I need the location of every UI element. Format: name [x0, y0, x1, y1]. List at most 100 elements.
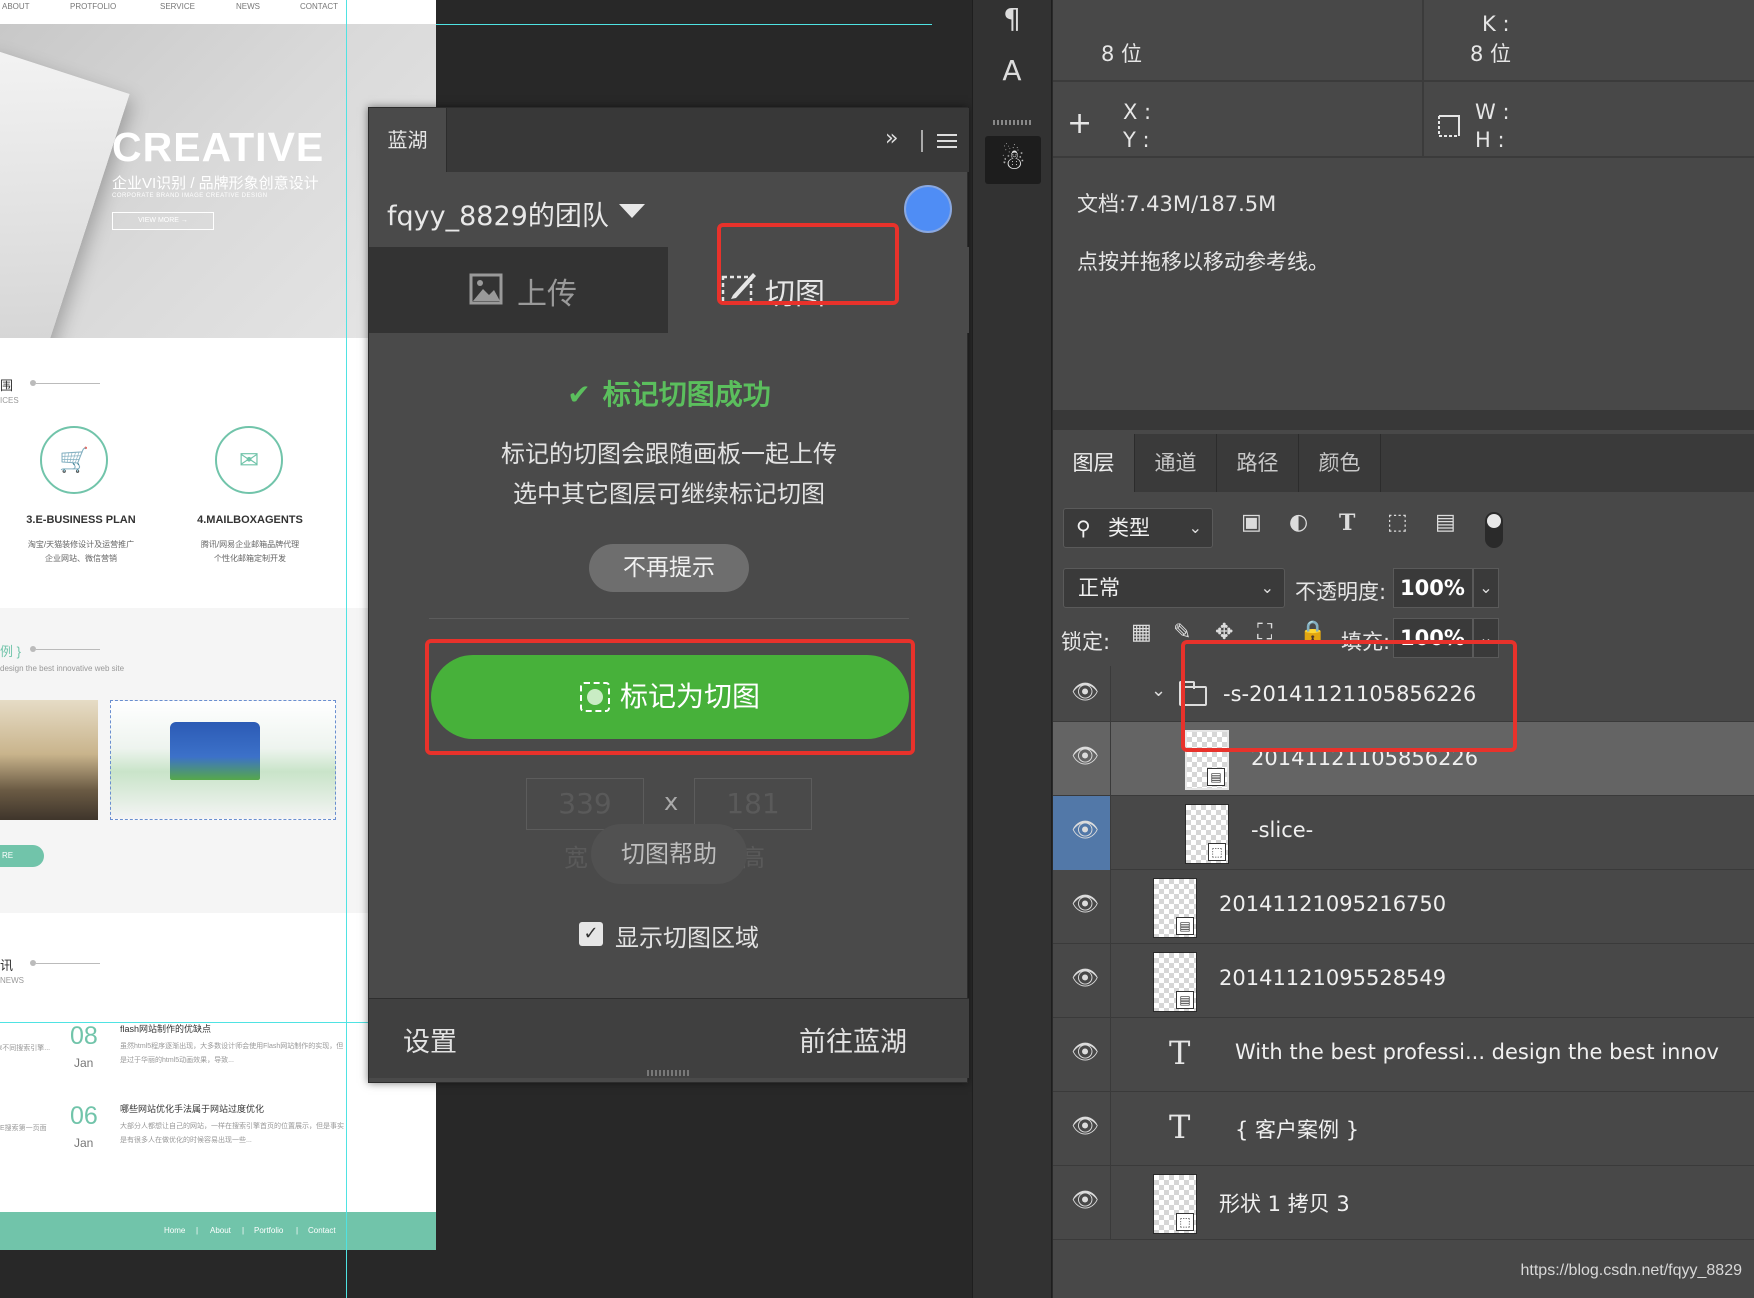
info-divider — [1053, 80, 1754, 82]
section-line — [36, 383, 100, 384]
tab-lanhu[interactable]: 蓝湖 — [369, 108, 447, 172]
goto-lanhu-link[interactable]: 前往蓝湖 — [799, 1020, 907, 1059]
footer-sep: | — [196, 1226, 199, 1235]
tab-color[interactable]: 颜色 — [1299, 434, 1381, 492]
slice-help-tooltip[interactable]: 切图帮助 — [591, 824, 747, 884]
tabbar-divider — [921, 130, 923, 152]
chevron-down-icon[interactable]: ⌄ — [1151, 680, 1166, 701]
expand-icon[interactable]: » — [885, 126, 898, 151]
layer-filter-value: 类型 — [1108, 516, 1150, 540]
tab-paths[interactable]: 路径 — [1217, 434, 1299, 492]
layer-filter-select[interactable]: ⚲ 类型 ⌄ — [1063, 508, 1213, 548]
cart-icon: 🛒 — [40, 426, 108, 494]
eye-icon[interactable]: 👁 — [1071, 744, 1099, 770]
tab-upload[interactable]: 上传 — [369, 247, 668, 333]
service-name: 3.E-BUSINESS PLAN — [26, 514, 136, 526]
layer-row[interactable]: 👁 ▤ 20141121095216750 — [1053, 870, 1754, 944]
footer-link: Portfolio — [254, 1226, 284, 1235]
lanhu-plugin-icon[interactable]: ☃ — [985, 136, 1041, 184]
blend-mode-select[interactable]: 正常 ⌄ — [1063, 568, 1285, 608]
bit-depth-right: 8 位 — [1470, 42, 1512, 66]
layer-name: With the best professi... design the bes… — [1235, 1040, 1719, 1064]
layer-row[interactable]: 👁 ⬚ 形状 1 拷贝 3 — [1053, 1166, 1754, 1240]
footer-link: Contact — [308, 1226, 336, 1235]
info-divider — [1422, 0, 1424, 156]
layer-row[interactable]: 👁 ⬚ -slice- — [1053, 796, 1754, 870]
pixel-filter-icon[interactable]: ▣ — [1241, 510, 1262, 535]
guide-line-horizontal[interactable] — [436, 24, 932, 25]
eye-icon[interactable]: 👁 — [1071, 892, 1099, 918]
services-subtitle: ICES — [0, 396, 19, 405]
watermark-url: https://blog.csdn.net/fqyy_8829 — [1520, 1262, 1742, 1279]
filter-toggle[interactable] — [1485, 512, 1503, 548]
panel-menu-icon[interactable] — [937, 134, 957, 152]
height-field[interactable]: 181 — [694, 778, 812, 830]
visibility-column: 👁 — [1053, 666, 1111, 722]
chevron-down-icon[interactable]: ⌄ — [1473, 568, 1499, 608]
chevron-down-icon[interactable] — [619, 204, 645, 218]
success-text: 标记切图成功 — [602, 378, 771, 411]
case-image-lake — [0, 700, 98, 820]
highlight-box — [717, 223, 899, 305]
search-icon: ⚲ — [1076, 516, 1091, 540]
news-day: 06 — [70, 1102, 98, 1130]
visibility-column: 👁 — [1053, 1092, 1111, 1166]
visibility-column: 👁 — [1053, 870, 1111, 944]
smart-object-icon: ▤ — [1207, 768, 1225, 786]
guide-line-horizontal[interactable] — [0, 1022, 368, 1023]
team-selector[interactable]: fqyy_8829的团队 — [387, 194, 609, 233]
lock-transparent-icon[interactable]: ▦ — [1131, 620, 1152, 645]
layer-row[interactable]: 👁 T With the best professi... design the… — [1053, 1018, 1754, 1092]
layers-panel: 图层 通道 路径 颜色 ⚲ 类型 ⌄ ▣ ◐ T ⬚ ▤ 正常 ⌄ 不透明度: … — [1052, 430, 1754, 1298]
character-icon[interactable]: A — [987, 54, 1037, 87]
eye-icon[interactable]: 👁 — [1071, 1188, 1099, 1214]
y-label: Y : — [1123, 128, 1150, 152]
show-slice-area-checkbox[interactable]: ✓ — [579, 922, 603, 946]
guide-line-vertical[interactable] — [346, 0, 347, 1298]
type-filter-icon[interactable]: T — [1339, 510, 1355, 536]
layer-row[interactable]: 👁 ▤ 20141121095528549 — [1053, 944, 1754, 1018]
smart-object-filter-icon[interactable]: ▤ — [1435, 510, 1456, 535]
service-desc: 企业网站、微信营销 — [45, 554, 117, 563]
shape-filter-icon[interactable]: ⬚ — [1387, 510, 1408, 535]
show-slice-area-label: 显示切图区域 — [615, 924, 759, 952]
smart-object-icon: ▤ — [1176, 917, 1194, 935]
nav-item: SERVICE — [160, 2, 195, 11]
tool-grip[interactable] — [993, 120, 1033, 125]
opacity-label: 不透明度: — [1295, 580, 1387, 604]
width-field[interactable]: 339 — [526, 778, 644, 830]
layer-name: { 客户案例 } — [1235, 1118, 1360, 1142]
adjustment-filter-icon[interactable]: ◐ — [1289, 510, 1308, 535]
footer-sep: | — [242, 1226, 245, 1235]
tab-layers[interactable]: 图层 — [1053, 434, 1135, 492]
avatar[interactable] — [904, 185, 952, 233]
eye-icon[interactable]: 👁 — [1071, 1114, 1099, 1140]
resize-grip[interactable] — [647, 1070, 691, 1076]
layer-row[interactable]: 👁 T { 客户案例 } — [1053, 1092, 1754, 1166]
info-line: 选中其它图层可继续标记切图 — [513, 480, 825, 508]
layer-name: 形状 1 拷贝 3 — [1219, 1192, 1350, 1216]
news-headline: 哪些网站优化手法属于网站过度优化 — [120, 1104, 265, 1114]
highlight-box — [425, 639, 915, 755]
eye-icon[interactable]: 👁 — [1071, 680, 1099, 706]
text-layer-icon: T — [1169, 1108, 1191, 1146]
info-line: 标记的切图会跟随画板一起上传 — [501, 440, 837, 468]
opacity-field[interactable]: 100% — [1393, 568, 1473, 608]
settings-link[interactable]: 设置 — [403, 1020, 457, 1059]
tab-channels[interactable]: 通道 — [1135, 434, 1217, 492]
h-label: H : — [1475, 128, 1505, 152]
eye-icon[interactable]: 👁 — [1071, 1040, 1099, 1066]
paragraph-icon[interactable]: ¶ — [987, 2, 1037, 35]
visibility-column: 👁 — [1053, 1018, 1111, 1092]
news-day: 08 — [70, 1022, 98, 1050]
chevron-down-icon: ⌄ — [1260, 578, 1274, 597]
layers-tabbar: 图层 通道 路径 颜色 — [1053, 434, 1754, 492]
info-divider — [1053, 156, 1754, 158]
footer-link: Home — [164, 1226, 186, 1235]
eye-icon[interactable]: 👁 — [1071, 966, 1099, 992]
section-line — [36, 963, 100, 964]
bit-depth-left: 8 位 — [1101, 42, 1143, 66]
eye-icon[interactable]: 👁 — [1071, 818, 1099, 844]
dismiss-button[interactable]: 不再提示 — [589, 544, 749, 592]
w-label: W : — [1475, 100, 1510, 124]
